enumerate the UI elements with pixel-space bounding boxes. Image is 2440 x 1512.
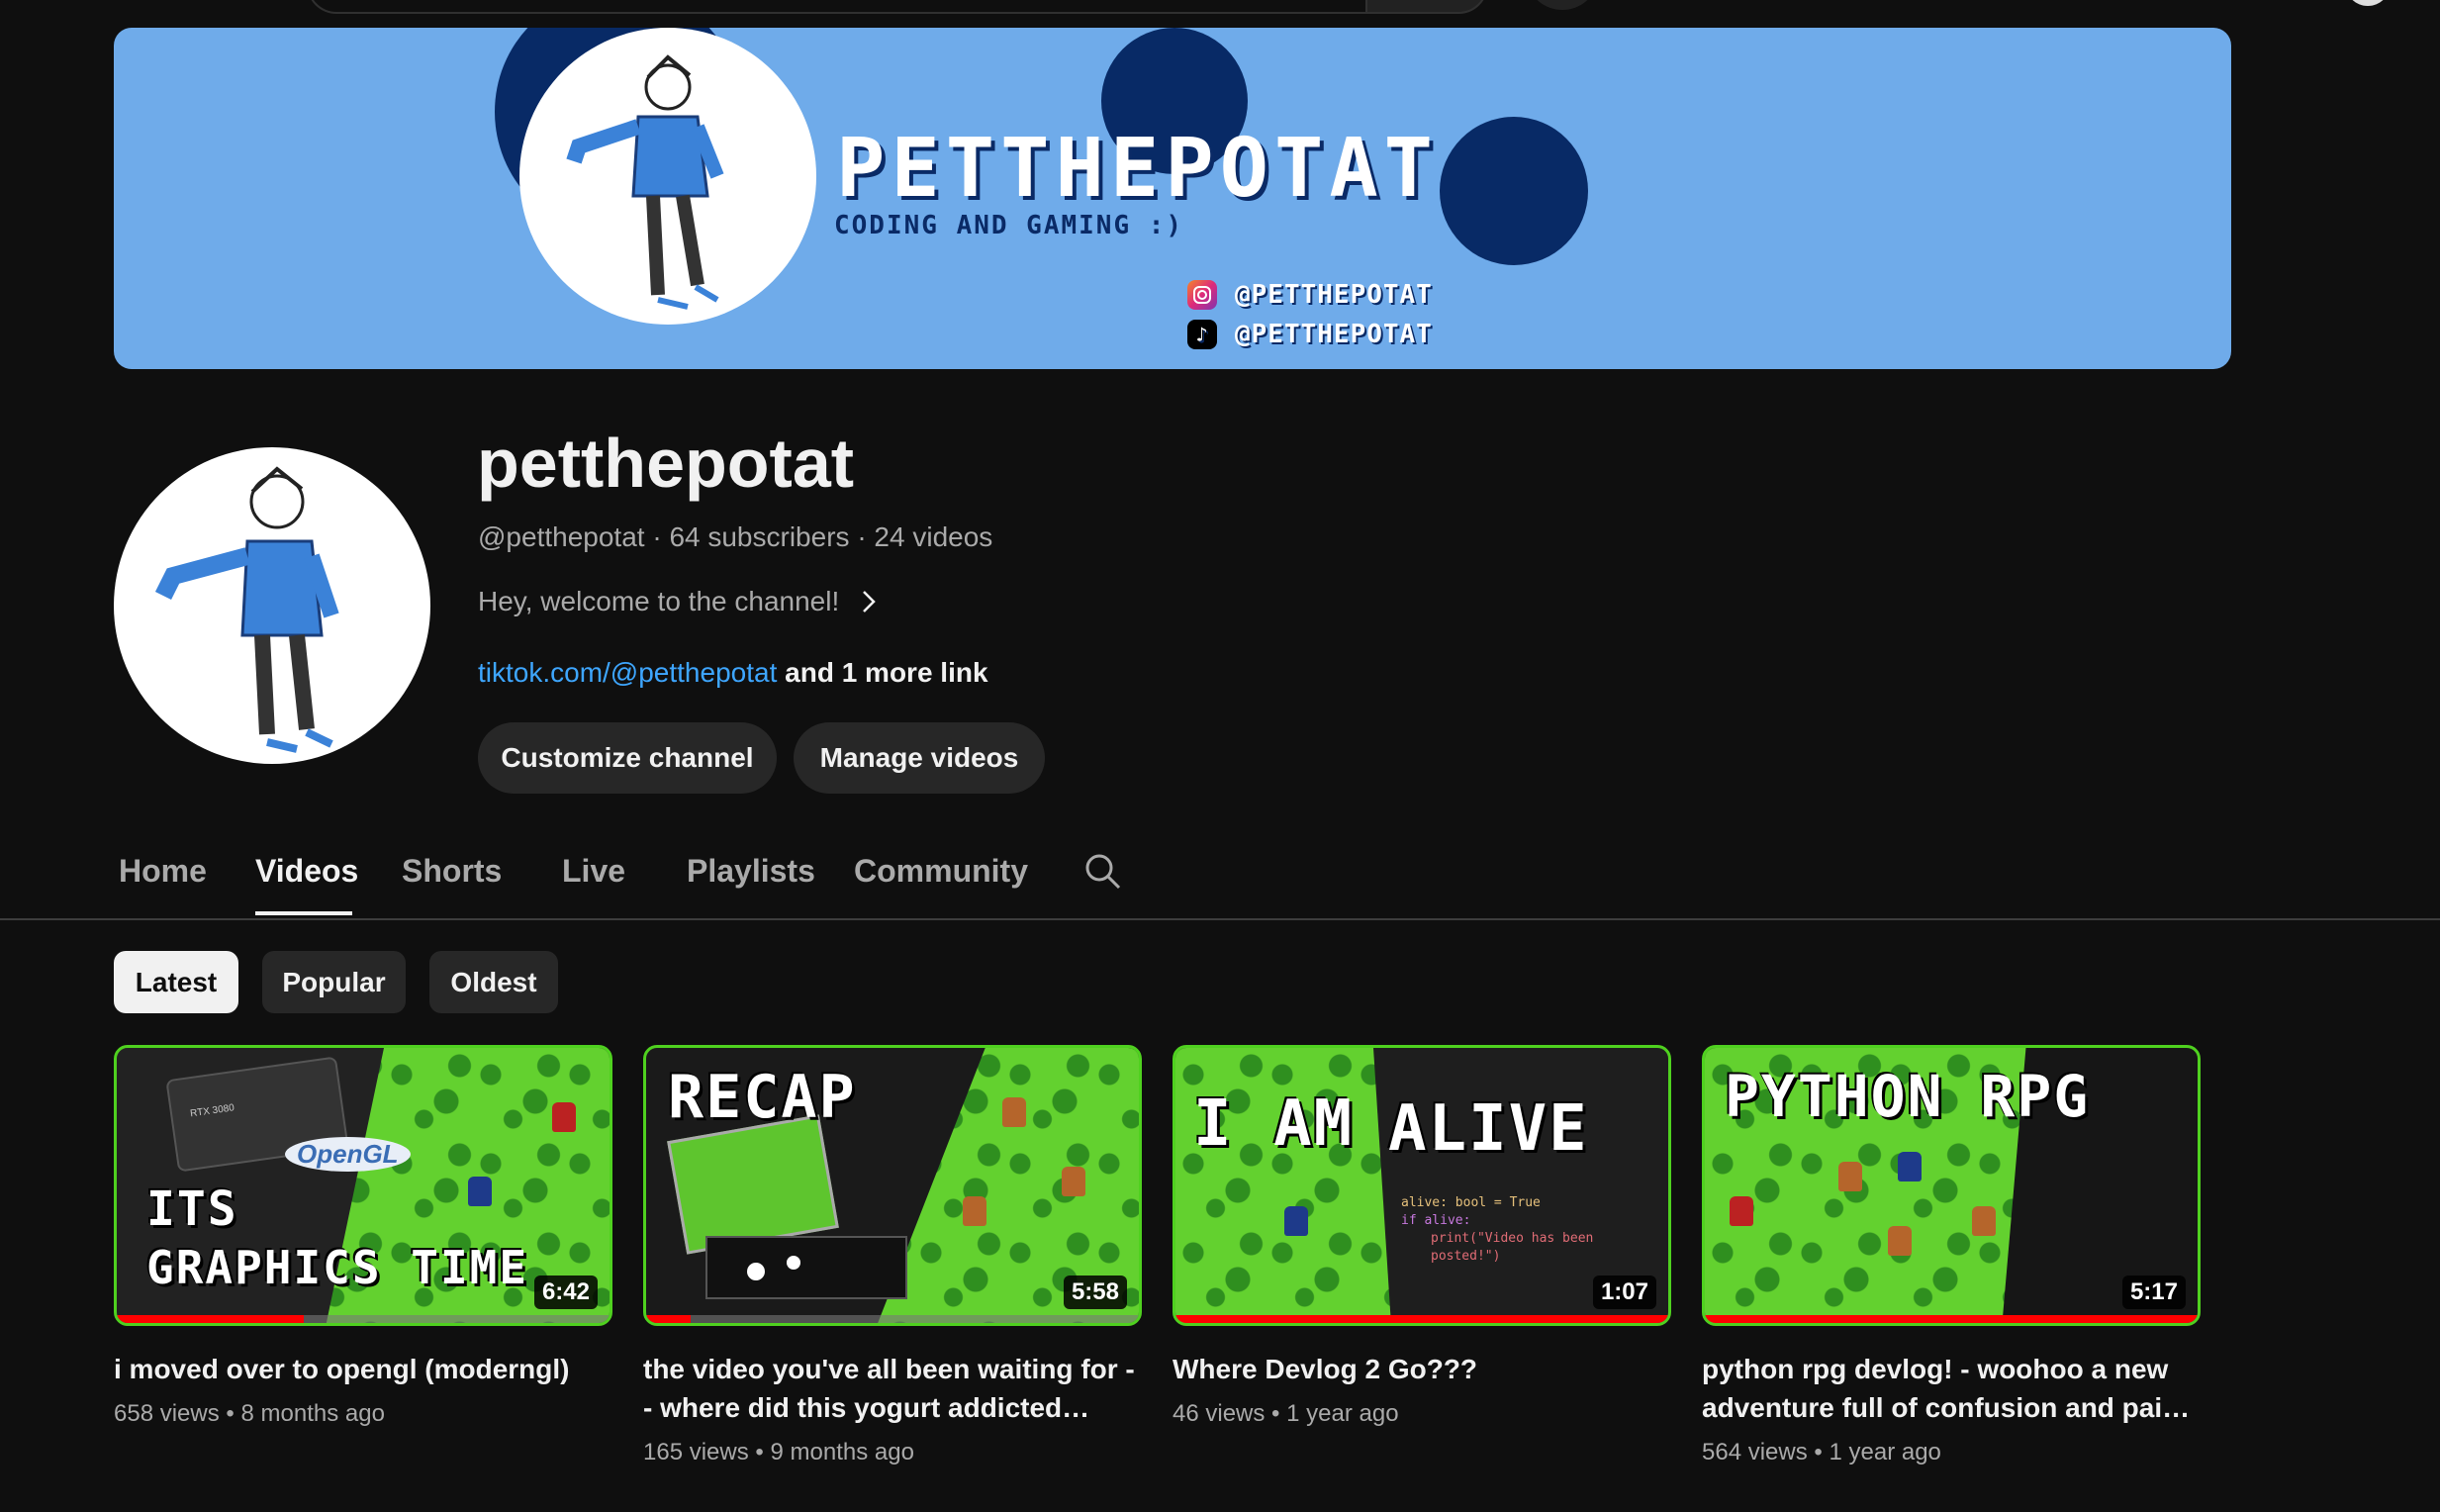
watch-progress-bar	[117, 1315, 305, 1323]
instagram-icon	[1187, 280, 1217, 310]
view-count: 165 views	[643, 1439, 749, 1465]
watch-progress-track	[646, 1315, 1139, 1323]
video-count: 24 videos	[874, 521, 993, 552]
upload-age: 9 months ago	[770, 1439, 914, 1465]
video-meta: 165 views • 9 months ago	[643, 1439, 914, 1465]
channel-meta: @petthepotat · 64 subscribers · 24 video…	[478, 521, 992, 553]
thumbnail-text: PYTHON RPG	[1725, 1063, 2091, 1130]
thumbnail-text: GRAPHICS TIME	[146, 1241, 529, 1294]
thumbnail-text: ALIVE	[1388, 1092, 1589, 1166]
tiktok-link[interactable]: tiktok.com/@petthepotat	[478, 657, 777, 688]
banner-subtitle: CODING AND GAMING :)	[834, 211, 1184, 240]
filter-oldest[interactable]: Oldest	[429, 951, 558, 1013]
upload-age: 1 year ago	[1829, 1439, 1941, 1465]
tab-community[interactable]: Community	[854, 853, 1028, 890]
video-title[interactable]: Where Devlog 2 Go???	[1173, 1350, 1667, 1388]
banner-instagram: @PETTHEPOTAT	[1187, 280, 1433, 310]
character-sprite	[552, 1102, 576, 1132]
video-duration: 5:17	[2121, 1276, 2186, 1309]
meta-separator: ·	[652, 521, 662, 552]
gpu-label: RTX 3080	[189, 1102, 235, 1120]
watch-progress-bar	[1175, 1315, 1668, 1323]
thumbnail-text: ITS	[146, 1181, 238, 1237]
tiktok-icon: ♪	[1187, 320, 1217, 349]
video-thumbnail[interactable]: RECAP 5:58	[643, 1045, 1142, 1326]
video-duration: 5:58	[1063, 1276, 1127, 1309]
video-title[interactable]: the video you've all been waiting for --…	[643, 1350, 1138, 1427]
video-card[interactable]: RTX 3080 OpenGL ITS GRAPHICS TIME 6:42 i…	[114, 1045, 612, 1428]
channel-banner: PETTHEPOTAT CODING AND GAMING :) @PETTHE…	[114, 28, 2231, 369]
thumbnail-text: RECAP	[668, 1063, 857, 1132]
more-links-button[interactable]: and 1 more link	[785, 657, 987, 688]
channel-description[interactable]: Hey, welcome to the channel!	[478, 586, 877, 617]
character-sprite	[468, 1177, 492, 1206]
character-sprite	[1838, 1162, 1862, 1191]
video-meta: 564 views • 1 year ago	[1702, 1439, 1941, 1465]
video-card[interactable]: RECAP 5:58 the video you've all been wai…	[643, 1045, 1142, 1466]
tab-videos[interactable]: Videos	[255, 853, 358, 890]
video-meta: 46 views • 1 year ago	[1173, 1400, 1399, 1427]
tiktok-handle: @PETTHEPOTAT	[1235, 320, 1433, 349]
tab-playlists[interactable]: Playlists	[687, 853, 815, 890]
tab-home[interactable]: Home	[119, 853, 207, 890]
video-title[interactable]: i moved over to opengl (moderngl)	[114, 1350, 609, 1388]
banner-character-illustration	[519, 28, 816, 325]
banner-tiktok: ♪ @PETTHEPOTAT	[1187, 320, 1433, 349]
filter-latest[interactable]: Latest	[114, 951, 238, 1013]
character-sprite	[1002, 1097, 1026, 1127]
watch-progress-bar	[646, 1315, 691, 1323]
meta-separator: ·	[857, 521, 867, 552]
code-snippet: alive: bool = True if alive: print("Vide…	[1401, 1195, 1594, 1264]
video-duration: 6:42	[533, 1276, 598, 1309]
manage-videos-button[interactable]: Manage videos	[794, 722, 1045, 794]
search-button[interactable]	[1365, 0, 1488, 14]
tab-shorts[interactable]: Shorts	[402, 853, 502, 890]
watch-progress-bar	[1705, 1315, 2198, 1323]
video-thumbnail[interactable]: RTX 3080 OpenGL ITS GRAPHICS TIME 6:42	[114, 1045, 612, 1326]
character-sprite	[1972, 1206, 1996, 1236]
account-avatar[interactable]	[2345, 0, 2391, 6]
tab-live[interactable]: Live	[562, 853, 625, 890]
chevron-right-icon	[863, 591, 877, 613]
upload-age: 1 year ago	[1286, 1400, 1399, 1427]
character-sprite	[1898, 1152, 1922, 1181]
view-count: 46 views	[1173, 1400, 1266, 1427]
search-bar[interactable]	[307, 0, 1367, 14]
video-thumbnail[interactable]: I AM ALIVE alive: bool = True if alive: …	[1173, 1045, 1671, 1326]
subscriber-count: 64 subscribers	[669, 521, 850, 552]
description-text: Hey, welcome to the channel!	[478, 586, 840, 616]
channel-search-icon[interactable]	[1082, 851, 1122, 896]
tabs-divider	[0, 918, 2440, 920]
character-sprite	[1888, 1226, 1912, 1256]
video-meta: 658 views • 8 months ago	[114, 1400, 385, 1427]
channel-avatar[interactable]	[114, 447, 430, 764]
channel-links: tiktok.com/@petthepotat and 1 more link	[478, 657, 988, 689]
filter-popular[interactable]: Popular	[262, 951, 406, 1013]
video-title[interactable]: python rpg devlog! - woohoo a new advent…	[1702, 1350, 2197, 1427]
character-sprite	[1730, 1196, 1753, 1226]
video-duration: 1:07	[1592, 1276, 1656, 1309]
customize-channel-button[interactable]: Customize channel	[478, 722, 777, 794]
screenshot-inset	[705, 1236, 907, 1299]
view-count: 658 views	[114, 1400, 220, 1427]
active-tab-indicator	[255, 911, 352, 915]
opengl-logo: OpenGL	[285, 1137, 411, 1172]
voice-search-button[interactable]	[1530, 0, 1595, 10]
instagram-handle: @PETTHEPOTAT	[1235, 280, 1433, 310]
video-card[interactable]: PYTHON RPG 5:17 python rpg devlog! - woo…	[1702, 1045, 2201, 1466]
thumbnail-text: I AM	[1193, 1087, 1355, 1161]
upload-age: 8 months ago	[240, 1400, 385, 1427]
video-card[interactable]: I AM ALIVE alive: bool = True if alive: …	[1173, 1045, 1671, 1428]
view-count: 564 views	[1702, 1439, 1808, 1465]
character-sprite	[1062, 1167, 1085, 1196]
character-sprite	[963, 1196, 986, 1226]
channel-handle: @petthepotat	[478, 521, 645, 552]
character-sprite	[1284, 1206, 1308, 1236]
channel-name: petthepotat	[477, 425, 855, 502]
video-thumbnail[interactable]: PYTHON RPG 5:17	[1702, 1045, 2201, 1326]
banner-title: PETTHEPOTAT	[836, 122, 1440, 216]
